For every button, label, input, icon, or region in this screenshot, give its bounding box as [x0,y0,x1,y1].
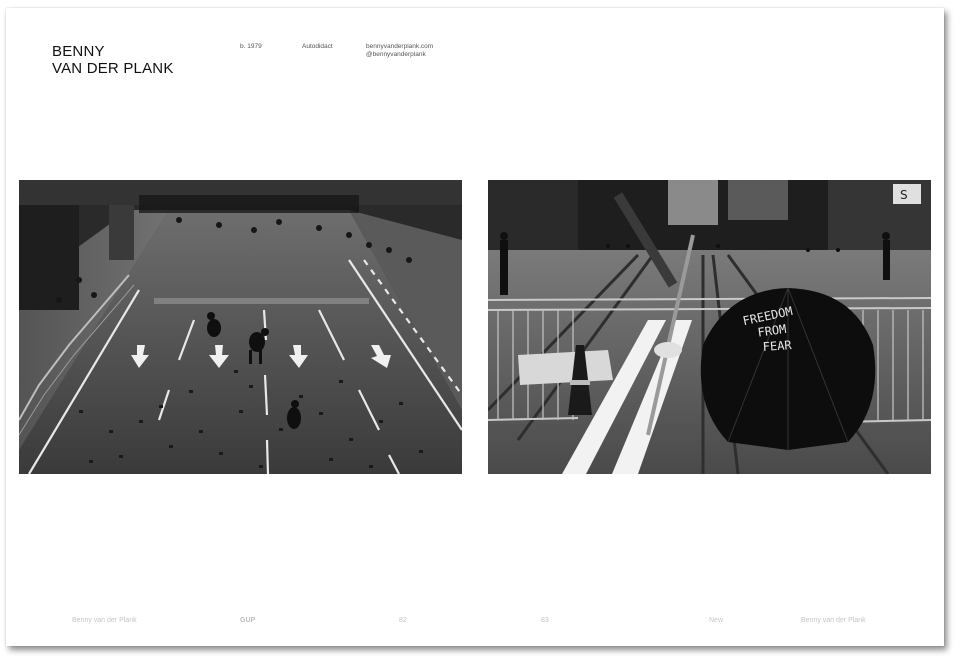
page-number-left: 82 [399,617,407,624]
photographer-name: BENNY VAN DER PLANK [52,43,174,77]
birth-year: b. 1979 [240,43,262,50]
footer-right-author: Benny van der Plank [801,617,866,624]
page-number-right: 83 [541,617,549,624]
footer-section: New [709,617,724,624]
education: Autodidact [302,43,333,50]
instagram-handle: @bennyvanderplank [366,51,426,58]
right-photo: S FREEDOM FROM FEAR [488,180,931,474]
svg-text:S: S [900,188,908,202]
contact-info: bennyvanderplank.com @bennyvanderplank [366,43,433,59]
footer-left-author: Benny van der Plank [72,617,137,624]
footer-publisher: GUP [240,617,256,624]
name-line-1: BENNY [52,43,105,60]
magazine-spread: BENNY VAN DER PLANK b. 1979 Autodidact b… [6,8,944,646]
umbrella-text-3: FEAR [762,338,793,354]
name-line-2: VAN DER PLANK [52,60,174,77]
left-photo [19,180,462,474]
website: bennyvanderplank.com [366,43,434,50]
